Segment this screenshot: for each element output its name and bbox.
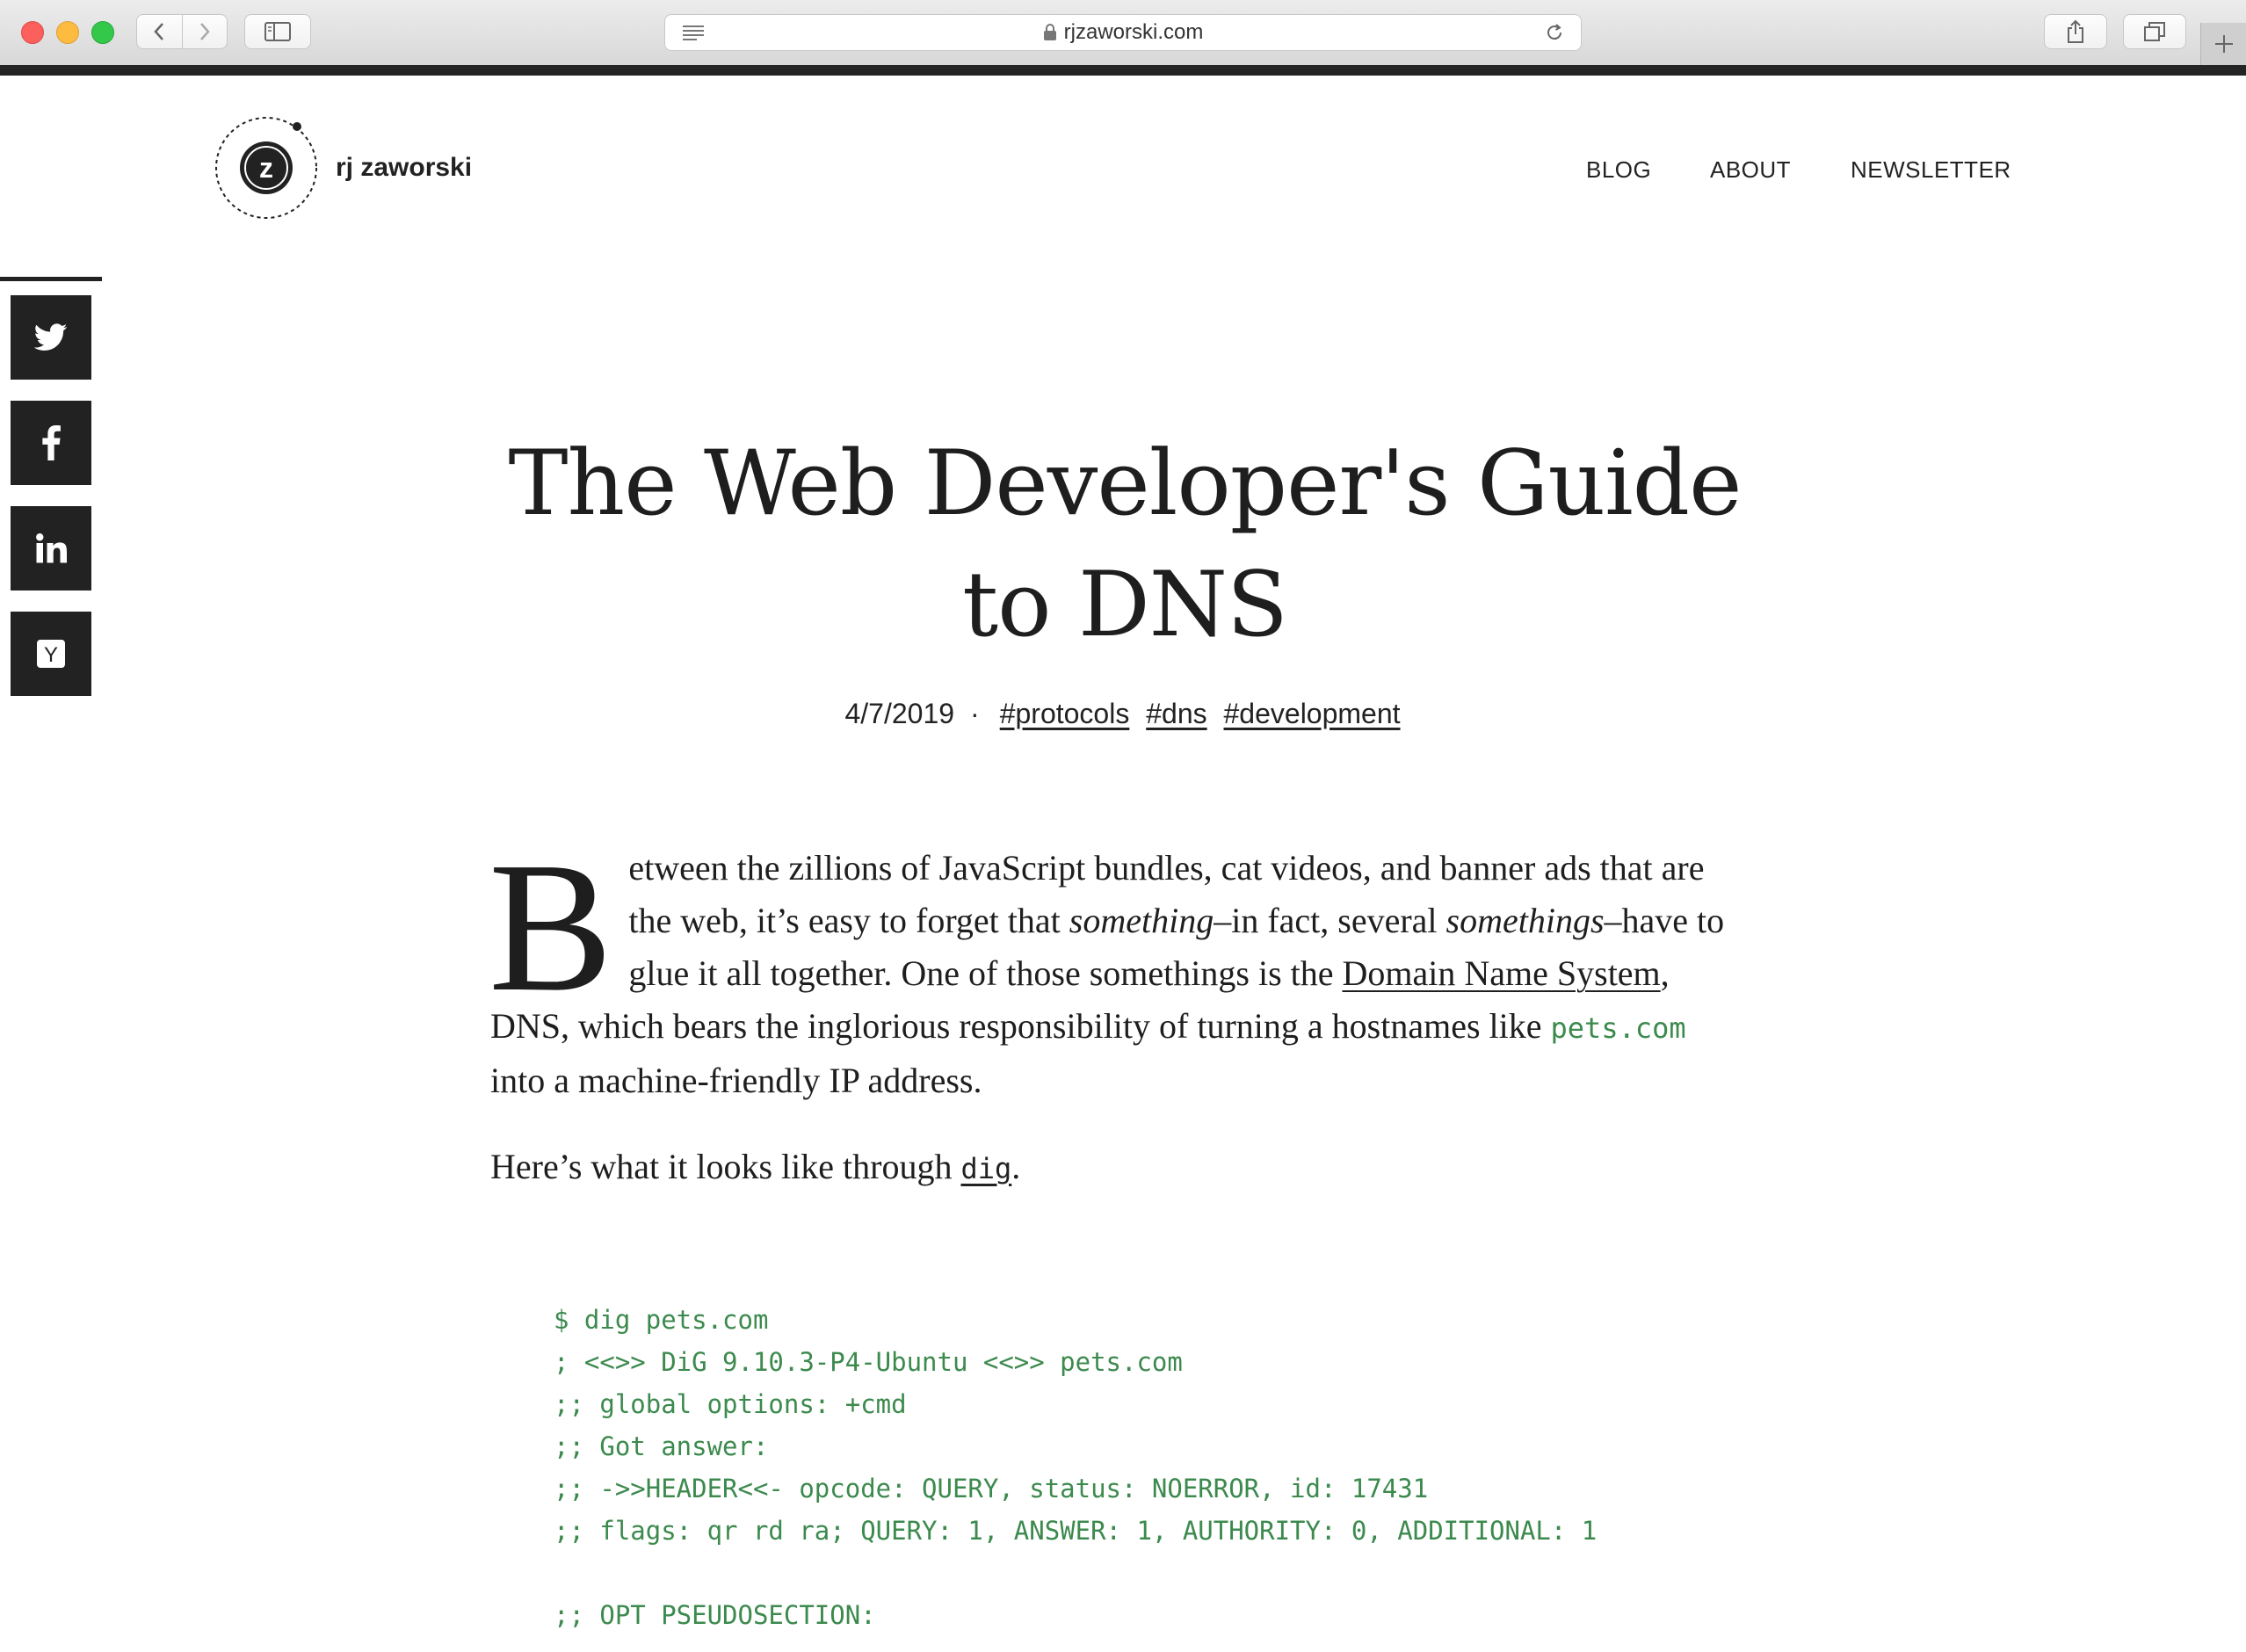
intro-emphasis-1: something [1069, 901, 1214, 940]
dns-wiki-link[interactable]: Domain Name System [1343, 953, 1661, 993]
plus-icon [2215, 35, 2233, 53]
site-logo[interactable]: z [211, 112, 322, 223]
facebook-icon [42, 425, 61, 460]
social-divider [0, 277, 102, 281]
url-display: rjzaworski.com [665, 15, 1581, 50]
share-button[interactable] [2044, 14, 2107, 49]
dig-text-2: . [1011, 1147, 1021, 1186]
code-line: ; <<>> DiG 9.10.3-P4-Ubuntu <<>> pets.co… [554, 1347, 1183, 1377]
sidebar-toggle-button[interactable] [244, 14, 311, 49]
article-date: 4/7/2019 [844, 698, 955, 729]
meta-separator: · [970, 698, 980, 729]
minimize-window-button[interactable] [56, 21, 79, 44]
article-title: The Web Developer's Guide to DNS [508, 431, 1742, 657]
intro-emphasis-2: somethings [1445, 901, 1605, 940]
tag-dns[interactable]: #dns [1146, 698, 1206, 729]
drop-cap: B [489, 823, 613, 1030]
dig-link[interactable]: dig [960, 1152, 1011, 1185]
url-text: rjzaworski.com [1063, 20, 1204, 44]
twitter-icon [34, 323, 68, 351]
code-line: ;; OPT PSEUDOSECTION: [554, 1600, 876, 1630]
article-meta: 4/7/2019 · #protocols #dns #development [492, 698, 1757, 730]
share-icon [2068, 19, 2083, 43]
show-tabs-button[interactable] [2123, 14, 2186, 49]
share-facebook-button[interactable] [11, 401, 91, 485]
nav-about[interactable]: ABOUT [1710, 156, 1791, 184]
site-brand[interactable]: rj zaworski [336, 153, 472, 183]
tag-protocols[interactable]: #protocols [1000, 698, 1130, 729]
lock-icon [1043, 24, 1056, 40]
tag-development[interactable]: #development [1224, 698, 1401, 729]
code-line: $ dig pets.com [554, 1305, 769, 1335]
intro-text-2: –in fact, several [1214, 901, 1446, 940]
address-bar[interactable]: rjzaworski.com [664, 14, 1582, 51]
nav-blog[interactable]: BLOG [1586, 156, 1651, 184]
code-line: ;; global options: +cmd [554, 1389, 907, 1419]
nav-newsletter[interactable]: NEWSLETTER [1851, 156, 2011, 184]
chevron-right-icon [199, 23, 210, 40]
zoom-window-button[interactable] [91, 21, 114, 44]
close-window-button[interactable] [21, 21, 44, 44]
code-line: ;; ->>HEADER<<- opcode: QUERY, status: N… [554, 1474, 1429, 1503]
history-nav [136, 14, 228, 49]
linkedin-icon [36, 533, 67, 563]
code-line: ;; flags: qr rd ra; QUERY: 1, ANSWER: 1,… [554, 1516, 1598, 1546]
inline-code-pets: pets.com [1550, 1011, 1686, 1045]
sidebar-icon [264, 22, 291, 41]
reload-icon[interactable] [1544, 22, 1565, 43]
hackernews-icon: Y [37, 640, 65, 668]
dig-paragraph: Here’s what it looks like through dig. [490, 1141, 1749, 1195]
share-linkedin-button[interactable] [11, 506, 91, 591]
svg-text:Y: Y [44, 643, 58, 667]
svg-text:z: z [259, 152, 273, 184]
browser-toolbar: rjzaworski.com [0, 0, 2246, 66]
dig-output-code-block: $ dig pets.com ; <<>> DiG 9.10.3-P4-Ubunt… [554, 1299, 2047, 1636]
dig-text-1: Here’s what it looks like through [490, 1147, 961, 1186]
chevron-left-icon [154, 23, 164, 40]
share-hackernews-button[interactable]: Y [11, 612, 91, 696]
intro-text-5: into a machine-friendly IP address. [490, 1061, 982, 1100]
code-line: ;; Got answer: [554, 1431, 769, 1461]
share-twitter-button[interactable] [11, 295, 91, 380]
toolbar-divider [0, 65, 2246, 76]
logo-icon: z [215, 117, 317, 219]
tabs-icon [2144, 22, 2165, 41]
back-button[interactable] [137, 15, 182, 48]
forward-button[interactable] [181, 15, 228, 48]
intro-paragraph: Between the zillions of JavaScript bundl… [489, 823, 1749, 1107]
new-tab-button[interactable] [2200, 23, 2246, 65]
